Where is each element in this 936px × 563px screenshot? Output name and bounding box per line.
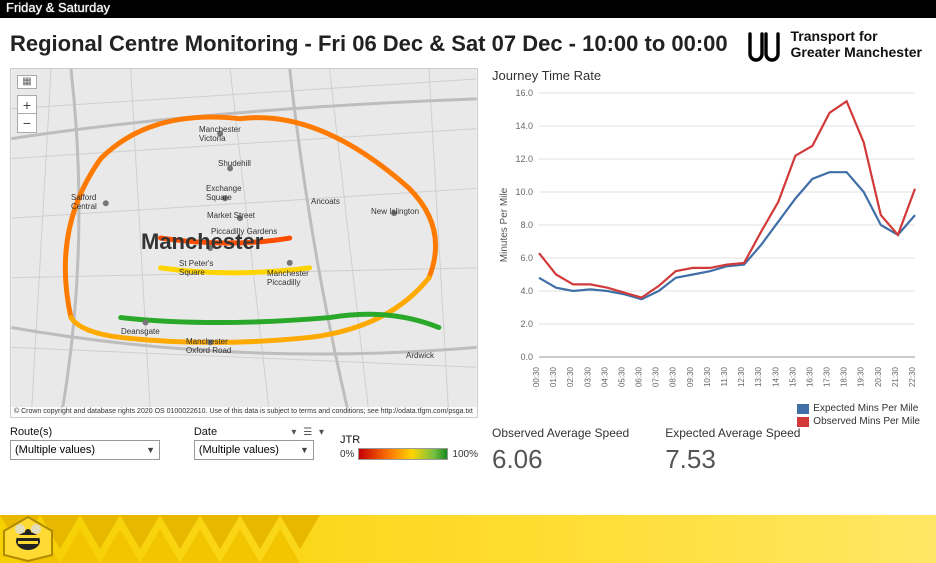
svg-text:02:30: 02:30 [566, 366, 575, 387]
observed-speed-value: 6.06 [492, 444, 629, 475]
svg-text:13:30: 13:30 [754, 366, 763, 387]
zoom-out-button[interactable]: − [18, 114, 36, 132]
jtr-label: JTR [340, 434, 478, 446]
tab-label[interactable]: Friday & Saturday [6, 0, 110, 15]
svg-text:8.0: 8.0 [520, 220, 533, 230]
stats: Observed Average Speed 6.06 Expected Ave… [492, 426, 926, 475]
svg-text:16.0: 16.0 [515, 88, 533, 98]
svg-text:4.0: 4.0 [520, 286, 533, 296]
filter-icons[interactable]: ▾ ☰ ▾ [291, 427, 326, 438]
main: Manchester ManchesterVictoria Shudehill … [0, 68, 936, 481]
svg-text:16:30: 16:30 [805, 366, 814, 387]
svg-text:04:30: 04:30 [600, 366, 609, 387]
logo-text-2: Greater Manchester [790, 44, 922, 60]
svg-text:18:30: 18:30 [840, 366, 849, 387]
svg-text:14.0: 14.0 [515, 121, 533, 131]
svg-text:22:30: 22:30 [908, 366, 917, 387]
svg-text:12.0: 12.0 [515, 154, 533, 164]
filters: Route(s) (Multiple values) ▼ Date ▾ ☰ ▾ … [10, 426, 478, 460]
date-select[interactable]: (Multiple values) ▼ [194, 440, 314, 460]
footer-pattern [0, 515, 600, 563]
chevron-down-icon: ▼ [146, 445, 155, 455]
legend-expected: Expected Mins Per Mile [813, 403, 918, 414]
date-label: Date [194, 426, 217, 438]
tfgm-logo-icon [746, 26, 782, 62]
svg-text:05:30: 05:30 [617, 366, 626, 387]
svg-text:06:30: 06:30 [635, 366, 644, 387]
map-layers-button[interactable]: ▦ [17, 75, 37, 89]
svg-text:14:30: 14:30 [771, 366, 780, 387]
jtr-min: 0% [340, 449, 354, 460]
route-map[interactable]: Manchester ManchesterVictoria Shudehill … [10, 68, 478, 418]
svg-text:Minutes Per Mile: Minutes Per Mile [499, 187, 510, 262]
top-tab-bar: Friday & Saturday [0, 0, 936, 18]
svg-text:03:30: 03:30 [583, 366, 592, 387]
svg-text:00:30: 00:30 [532, 366, 541, 387]
zoom-in-button[interactable]: + [18, 96, 36, 114]
svg-text:10.0: 10.0 [515, 187, 533, 197]
date-value: (Multiple values) [199, 444, 279, 456]
tfgm-logo: Transport for Greater Manchester [746, 26, 922, 62]
legend-swatch-expected [797, 404, 809, 414]
svg-text:6.0: 6.0 [520, 253, 533, 263]
svg-text:11:30: 11:30 [720, 366, 729, 386]
footer-banner [0, 515, 936, 563]
observed-speed-label: Observed Average Speed [492, 426, 629, 440]
svg-text:0.0: 0.0 [520, 352, 533, 362]
jtr-max: 100% [452, 449, 478, 460]
chart-title: Journey Time Rate [492, 68, 926, 83]
legend-swatch-observed [797, 417, 809, 427]
expected-speed-label: Expected Average Speed [665, 426, 800, 440]
svg-text:17:30: 17:30 [823, 366, 832, 387]
jtr-gradient [358, 448, 448, 460]
svg-text:10:30: 10:30 [703, 366, 712, 387]
routes-value: (Multiple values) [15, 444, 95, 456]
svg-text:15:30: 15:30 [788, 366, 797, 387]
legend-observed: Observed Mins Per Mile [813, 416, 920, 427]
map-credit: © Crown copyright and database rights 20… [11, 407, 477, 417]
routes-select[interactable]: (Multiple values) ▼ [10, 440, 160, 460]
svg-text:12:30: 12:30 [737, 366, 746, 387]
expected-speed-value: 7.53 [665, 444, 800, 475]
logo-text-1: Transport for [790, 28, 922, 44]
svg-text:08:30: 08:30 [669, 366, 678, 387]
chart-legend: Expected Mins Per Mile Observed Mins Per… [797, 403, 920, 429]
svg-text:19:30: 19:30 [857, 366, 866, 387]
svg-text:07:30: 07:30 [652, 366, 661, 387]
bee-icon [0, 515, 56, 563]
routes-label: Route(s) [10, 426, 180, 438]
map-zoom: + − [17, 95, 37, 133]
header: Regional Centre Monitoring - Fri 06 Dec … [0, 18, 936, 68]
journey-time-chart[interactable]: 0.0 2.0 4.0 6.0 8.0 10.0 12.0 14.0 16.0 Minutes P… [492, 85, 926, 415]
svg-text:20:30: 20:30 [874, 366, 883, 387]
page-title: Regional Centre Monitoring - Fri 06 Dec … [10, 31, 728, 57]
chevron-down-icon: ▼ [300, 445, 309, 455]
svg-text:09:30: 09:30 [686, 366, 695, 387]
svg-text:2.0: 2.0 [520, 319, 533, 329]
svg-text:21:30: 21:30 [891, 366, 900, 387]
svg-text:01:30: 01:30 [549, 366, 558, 387]
